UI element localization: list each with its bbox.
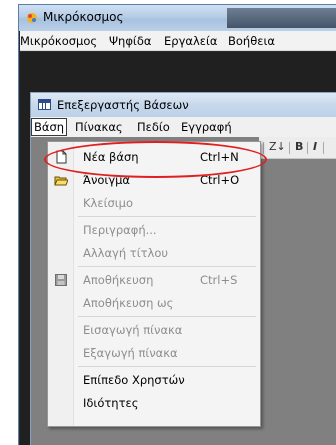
menu-item-open[interactable]: Άνοιγμα Ctrl+O [48, 169, 260, 191]
menu-item-label: Αποθήκευση [83, 273, 154, 287]
sort-az-icon[interactable]: Z↓ [269, 140, 286, 153]
menu-item-label: Άνοιγμα [83, 173, 131, 187]
menu-item-close[interactable]: Κλείσιμο [48, 192, 260, 214]
main-title-bar[interactable]: Μικρόκοσμος [19, 5, 336, 31]
editor-title-bar[interactable]: Επεξεργαστής Βάσεων [31, 93, 336, 117]
menu-item-save-as[interactable]: Αποθήκευση ως [48, 292, 260, 314]
menu-item-label: Περιγραφή... [83, 223, 157, 237]
menu-separator [78, 216, 256, 217]
menu-item-label: Αποθήκευση ως [83, 296, 174, 310]
menu-item-label: Εξαγωγή πίνακα [83, 346, 178, 360]
toolbar-separator [263, 142, 264, 154]
menu-item-shortcut: Ctrl+N [200, 150, 239, 164]
title-bar-controls-area [227, 8, 336, 28]
menu-separator [78, 366, 256, 367]
menu-pinakas[interactable]: Πίνακας [75, 120, 123, 134]
save-disk-icon [55, 274, 67, 286]
menu-item-description[interactable]: Περιγραφή... [48, 219, 260, 241]
menu-vasi[interactable]: Βάση [31, 118, 68, 136]
menu-item-label: Νέα βάση [83, 150, 139, 164]
menu-item-rename[interactable]: Αλλαγή τίτλου [48, 242, 260, 264]
menu-item-label: Αλλαγή τίτλου [83, 246, 169, 260]
main-window-title: Μικρόκοσμος [43, 10, 124, 24]
menu-item-shortcut: Ctrl+S [200, 273, 238, 287]
vasi-dropdown-menu: Νέα βάση Ctrl+N Άνοιγμα Ctrl+O Κλείσιμο … [47, 141, 261, 427]
menu-eggrafi[interactable]: Εγγραφή [181, 120, 232, 134]
editor-window-title: Επεξεργαστής Βάσεων [57, 98, 189, 112]
menu-separator [78, 266, 256, 267]
menu-item-label: Κλείσιμο [83, 196, 133, 210]
app-logo-icon [27, 13, 37, 23]
italic-button[interactable]: I [313, 140, 317, 153]
toolbar-separator [323, 142, 324, 154]
menu-item-export-table[interactable]: Εξαγωγή πίνακα [48, 342, 260, 364]
menu-voitheia[interactable]: Βοήθεια [228, 34, 275, 48]
menu-item-label: Εισαγωγή πίνακα [83, 323, 183, 337]
menu-item-save[interactable]: Αποθήκευση Ctrl+S [48, 269, 260, 291]
menu-item-shortcut: Ctrl+O [200, 173, 240, 187]
toolbar-separator [307, 142, 308, 154]
menu-psifida[interactable]: Ψηφίδα [109, 34, 151, 48]
menu-mikrokosmos[interactable]: Μικρόκοσμος [20, 34, 97, 48]
menu-item-label: Επίπεδο Χρηστών [83, 373, 185, 387]
bold-button[interactable]: B [295, 140, 303, 153]
menu-item-new-database[interactable]: Νέα βάση Ctrl+N [48, 146, 260, 168]
toolbar-separator [289, 142, 290, 154]
menu-item-properties[interactable]: Ιδιότητες [48, 392, 260, 414]
table-window-icon [38, 99, 51, 110]
menu-ergaleia[interactable]: Εργαλεία [164, 34, 217, 48]
new-document-icon [56, 150, 67, 164]
menu-pedio[interactable]: Πεδίο [137, 120, 170, 134]
menu-item-user-level[interactable]: Επίπεδο Χρηστών [48, 369, 260, 391]
editor-toolbar: Z↓ B I [259, 137, 336, 159]
menu-item-import-table[interactable]: Εισαγωγή πίνακα [48, 319, 260, 341]
open-folder-icon [54, 176, 68, 186]
menu-separator [78, 316, 256, 317]
editor-menu-bar: Βάση Πίνακας Πεδίο Εγγραφή [31, 117, 336, 137]
main-menu-bar: Μικρόκοσμος Ψηφίδα Εργαλεία Βοήθεια [20, 31, 336, 51]
menu-item-label: Ιδιότητες [83, 396, 139, 410]
